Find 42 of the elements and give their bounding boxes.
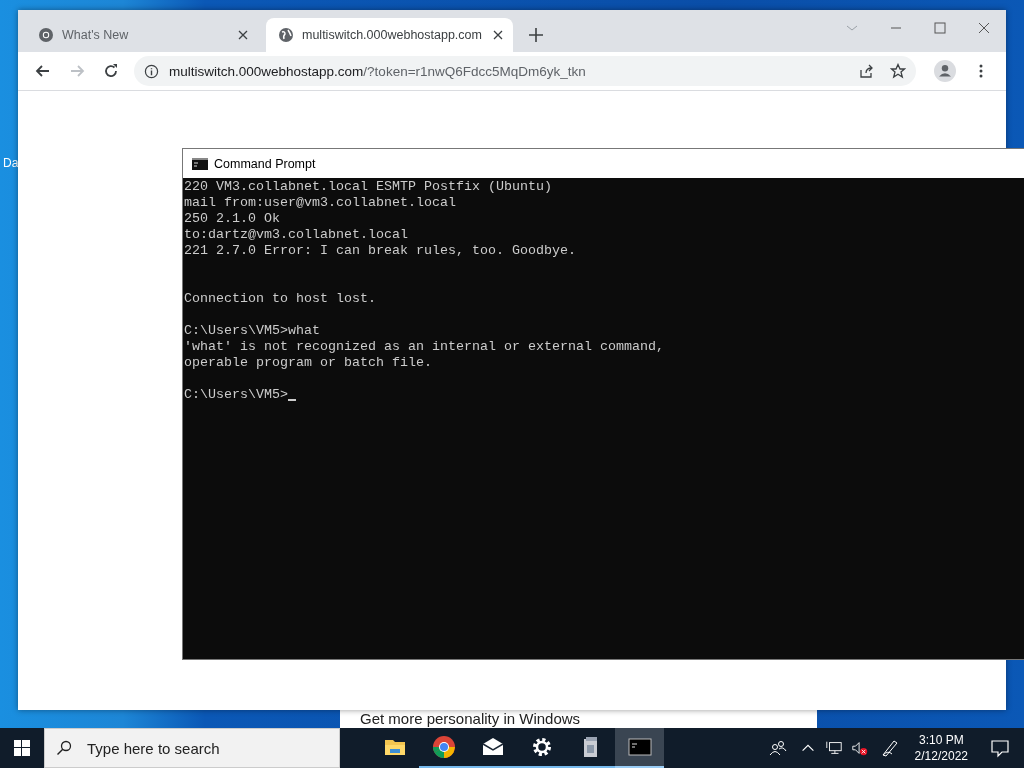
- maximize-icon[interactable]: [934, 22, 946, 34]
- console-line: 221 2.7.0 Error: I can break rules, too. Goodbye.: [184, 243, 576, 259]
- star-icon[interactable]: [890, 63, 906, 79]
- address-bar[interactable]: multiswitch.000webhostapp.com/?token=r1nwQ6Fdcc5MqDm6yk_tkn: [134, 56, 916, 86]
- console-line: C:\Users\VM5>: [184, 387, 288, 403]
- console-line: operable program or batch file.: [184, 355, 432, 371]
- console-line: Connection to host lost.: [184, 291, 376, 307]
- new-tab-icon[interactable]: [529, 28, 543, 42]
- chrome-icon: [38, 27, 54, 43]
- search-field[interactable]: Type here to search: [44, 728, 340, 768]
- info-icon: [144, 63, 159, 79]
- close-tab-icon[interactable]: [238, 30, 248, 40]
- close-tab-icon[interactable]: [493, 30, 503, 40]
- clock-time: 3:10 PM: [918, 732, 964, 748]
- muted-speaker-icon[interactable]: [850, 739, 869, 757]
- people-icon[interactable]: [767, 738, 788, 758]
- clock[interactable]: 3:10 PM 2/12/2022: [906, 728, 976, 768]
- back-arrow-icon[interactable]: [35, 63, 51, 79]
- notification-icon[interactable]: [990, 738, 1010, 758]
- chrome-icon: [431, 735, 456, 759]
- pen-icon[interactable]: [879, 738, 900, 758]
- browser-tab[interactable]: multiswitch.000webhostapp.com: [266, 18, 513, 52]
- clock-date: 2/12/2022: [914, 748, 968, 764]
- console-icon: [192, 157, 208, 170]
- console-line: mail from:user@vm3.collabnet.local: [184, 195, 456, 211]
- desktop-icon-label: Da: [3, 156, 19, 170]
- console-icon: [627, 735, 652, 759]
- console-line: 250 2.1.0 Ok: [184, 211, 280, 227]
- console-line: to:dartz@vm3.collabnet.local: [184, 227, 408, 243]
- profile-icon[interactable]: [934, 60, 956, 82]
- console-line: C:\Users\VM5>what: [184, 323, 320, 339]
- taskbar-app-button[interactable]: [615, 728, 664, 768]
- close-icon[interactable]: [978, 22, 990, 34]
- window-title: Command Prompt: [214, 156, 316, 171]
- reload-icon[interactable]: [103, 63, 119, 79]
- search-icon: [56, 740, 72, 756]
- share-icon[interactable]: [858, 63, 874, 79]
- window-heading: Get more personality in Windows: [360, 710, 582, 727]
- browser-tab[interactable]: What's New: [26, 18, 258, 52]
- network-icon[interactable]: [824, 739, 843, 757]
- console-line: 220 VM3.collabnet.local ESMTP Postfix (Ubuntu): [184, 179, 552, 195]
- console-line: 'what' is not recognized as an internal or external command,: [184, 339, 664, 355]
